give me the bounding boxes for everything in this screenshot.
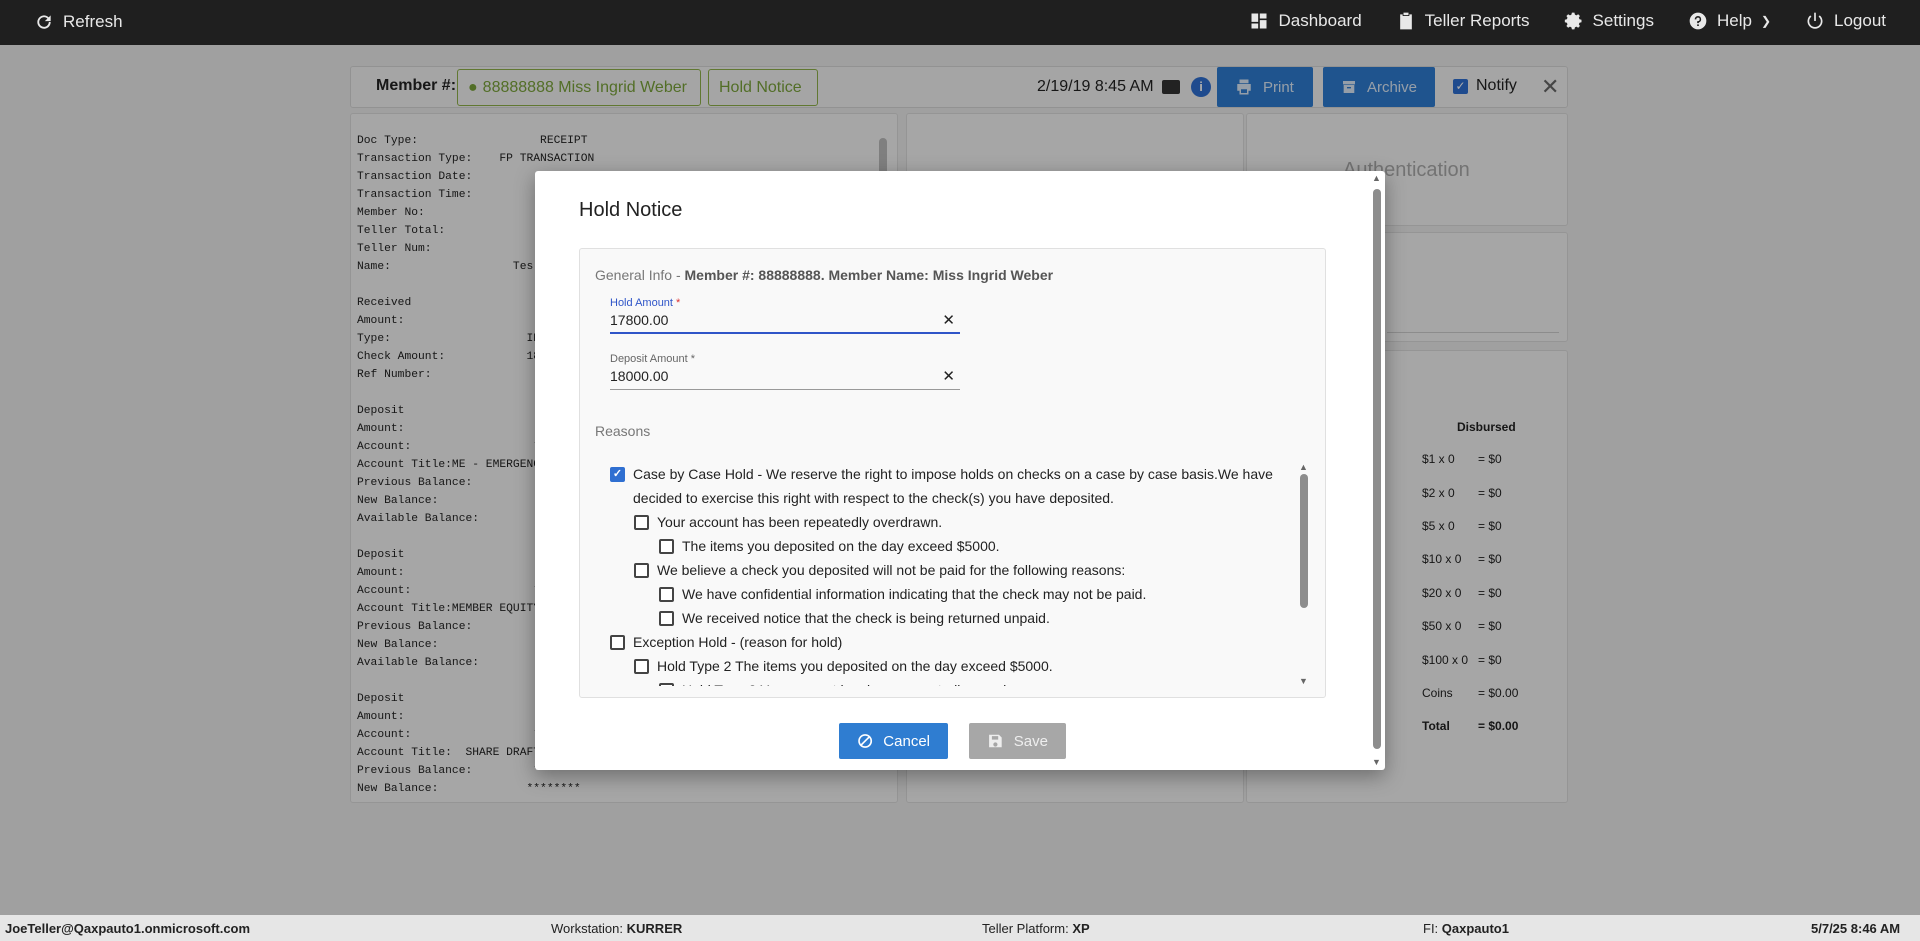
top-nav-bar: Refresh Dashboard Teller Reports Setting… — [0, 0, 1920, 45]
dashboard-label: Dashboard — [1278, 11, 1362, 30]
checkbox-checked-icon[interactable]: ✓ — [610, 467, 625, 482]
hold-amount-field[interactable]: Hold Amount * 17800.00 ✕ — [610, 297, 960, 334]
scroll-up-icon[interactable]: ▲ — [1299, 462, 1308, 472]
scroll-down-icon[interactable]: ▼ — [1299, 676, 1308, 686]
checkbox-icon[interactable] — [634, 515, 649, 530]
cancel-label: Cancel — [883, 732, 930, 750]
reason-hold-type-2[interactable]: Hold Type 2 The items you deposited on t… — [634, 654, 1053, 678]
reasons-list: ✓ Case by Case Hold - We reserve the righ… — [580, 462, 1313, 686]
reason-confidential-info[interactable]: We have confidential information indicat… — [659, 582, 1146, 606]
reason-exceed-5000[interactable]: The items you deposited on the day excee… — [659, 534, 1000, 558]
hold-form-card: General Info - Member #: 88888888. Membe… — [579, 248, 1326, 698]
gear-icon — [1564, 12, 1582, 30]
checkbox-icon[interactable] — [659, 683, 674, 686]
reason-check-not-paid[interactable]: We believe a check you deposited will no… — [634, 558, 1125, 582]
hold-amount-label: Hold Amount * — [610, 297, 681, 309]
save-label: Save — [1013, 732, 1048, 750]
clipboard-icon — [1399, 12, 1412, 30]
deposit-amount-field[interactable]: Deposit Amount * 18000.00 ✕ — [610, 353, 960, 390]
settings-link[interactable]: Settings — [1564, 11, 1654, 31]
status-platform: Teller Platform: XP — [982, 921, 1090, 936]
settings-label: Settings — [1592, 11, 1654, 30]
clear-icon[interactable]: ✕ — [942, 367, 955, 385]
status-fi: FI: Qaxpauto1 — [1423, 921, 1509, 936]
teller-reports-label: Teller Reports — [1424, 11, 1530, 30]
help-menu[interactable]: Help ❯ — [1688, 11, 1771, 31]
refresh-icon — [37, 15, 51, 29]
checkbox-icon[interactable] — [659, 611, 674, 626]
dialog-scrollbar[interactable]: ▲ ▼ — [1371, 173, 1383, 767]
reasons-scrollbar[interactable]: ▲ ▼ — [1299, 462, 1309, 686]
checkbox-icon[interactable] — [634, 659, 649, 674]
reason-exception-hold[interactable]: Exception Hold - (reason for hold) — [610, 630, 842, 654]
status-user: JoeTeller@Qaxpauto1.onmicrosoft.com — [5, 921, 251, 936]
logout-link[interactable]: Logout — [1805, 11, 1886, 31]
cancel-icon — [858, 734, 873, 748]
deposit-amount-label: Deposit Amount * — [610, 353, 695, 365]
dashboard-link[interactable]: Dashboard — [1249, 11, 1362, 31]
checkbox-icon[interactable] — [610, 635, 625, 650]
floppy-disk-icon — [989, 734, 1002, 748]
dashboard-icon — [1251, 13, 1267, 29]
refresh-button[interactable]: Refresh — [34, 12, 123, 32]
power-icon — [1807, 12, 1823, 29]
reasons-label: Reasons — [595, 423, 651, 439]
cancel-button[interactable]: Cancel — [839, 723, 948, 759]
reason-case-by-case[interactable]: ✓ Case by Case Hold - We reserve the righ… — [610, 462, 1290, 510]
reason-overdrawn[interactable]: Your account has been repeatedly overdra… — [634, 510, 942, 534]
logout-label: Logout — [1834, 11, 1886, 30]
checkbox-icon[interactable] — [659, 539, 674, 554]
checkbox-icon[interactable] — [659, 587, 674, 602]
checkbox-icon[interactable] — [634, 563, 649, 578]
general-info: General Info - Member #: 88888888. Membe… — [595, 267, 1054, 283]
scroll-down-icon[interactable]: ▼ — [1372, 757, 1381, 767]
deposit-amount-input[interactable]: 18000.00 ✕ — [610, 368, 960, 390]
help-label: Help — [1716, 11, 1752, 30]
save-button[interactable]: Save — [969, 723, 1066, 759]
teller-reports-link[interactable]: Teller Reports — [1396, 11, 1530, 31]
status-bar: JoeTeller@Qaxpauto1.onmicrosoft.com Work… — [0, 915, 1920, 941]
reason-hold-type-3[interactable]: Hold Type 3 You account has been repeate… — [659, 678, 1041, 686]
status-workstation: Workstation: KURRER — [551, 921, 683, 936]
hold-amount-input[interactable]: 17800.00 ✕ — [610, 312, 960, 334]
refresh-label: Refresh — [63, 12, 123, 31]
scroll-up-icon[interactable]: ▲ — [1372, 173, 1381, 183]
reason-notice-returned[interactable]: We received notice that the check is bei… — [659, 606, 1050, 630]
dialog-title: Hold Notice — [579, 199, 683, 221]
status-datetime: 5/7/25 8:46 AM — [1811, 921, 1901, 936]
help-icon — [1689, 12, 1707, 30]
hold-notice-dialog: Hold Notice General Info - Member #: 888… — [535, 171, 1385, 770]
clear-icon[interactable]: ✕ — [942, 311, 955, 329]
chevron-down-icon: ❯ — [1760, 14, 1771, 28]
